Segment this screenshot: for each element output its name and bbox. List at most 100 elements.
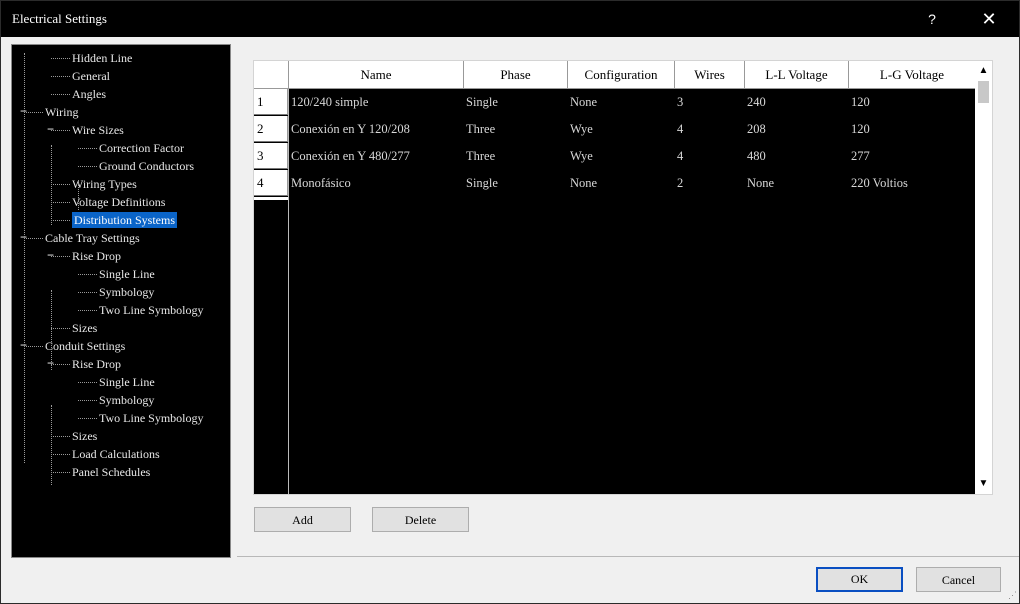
tree-item[interactable]: Sizes [72,320,97,336]
delete-button[interactable]: Delete [372,507,469,532]
tree-connector [51,436,70,437]
table-cell[interactable]: Single [464,89,567,115]
scroll-down-icon[interactable]: ▼ [975,476,992,492]
tree-item[interactable]: Load Calculations [72,446,160,462]
resize-grip-icon[interactable]: ⋰ [1005,589,1017,601]
column-header[interactable]: Wires [675,61,745,89]
tree-connector [78,382,97,383]
table-cell[interactable]: 120 [849,89,975,115]
dialog-title: Electrical Settings [12,11,107,26]
table-cell[interactable]: 120/240 simple [289,89,463,115]
table-cell[interactable]: None [568,170,674,196]
scroll-up-icon[interactable]: ▲ [975,63,992,79]
tree-connector [51,454,70,455]
tree-item[interactable]: Single Line [99,266,155,282]
distribution-systems-grid[interactable]: Name Phase Configuration Wires L-L Voltage L-… [253,60,977,495]
tree-item[interactable]: Two Line Symbology [99,410,204,426]
electrical-settings-dialog: Electrical Settings ? ✕ Hidden Line Gener… [0,0,1020,604]
new-row-header[interactable] [254,197,288,200]
tree-item[interactable]: Panel Schedules [72,464,150,480]
table-cell[interactable]: 480 [745,143,848,169]
tree-item[interactable]: Symbology [99,392,154,408]
column-header[interactable]: Phase [464,61,568,89]
tree-item[interactable]: Wiring Types [72,176,137,192]
add-button[interactable]: Add [254,507,351,532]
tree-item[interactable]: Distribution Systems [72,212,178,228]
tree-item[interactable]: Rise Drop [72,248,121,264]
tree-item[interactable]: Correction Factor [99,140,184,156]
table-cell[interactable]: 3 [675,89,744,115]
tree-connector [51,76,70,77]
table-cell[interactable]: 4 [675,143,744,169]
table-cell[interactable]: Wye [568,116,674,142]
column-header[interactable]: L-L Voltage [745,61,849,89]
tree-guide-line [24,53,25,463]
row-header[interactable]: 1 [254,89,288,115]
tree-item[interactable]: Angles [72,86,106,102]
tree-connector [78,274,97,275]
table-cell[interactable]: 240 [745,89,848,115]
tree-connector [78,166,97,167]
tree-item[interactable]: Rise Drop [72,356,121,372]
tree-guide-line [78,180,79,210]
tree-guide-line [51,405,52,485]
tree-item[interactable]: Symbology [99,284,154,300]
help-icon[interactable]: ? [925,10,939,28]
table-cell[interactable]: Conexión en Y 120/208 [289,116,463,142]
tree-connector [78,292,97,293]
tree-item[interactable]: Ground Conductors [99,158,194,174]
ok-button[interactable]: OK [816,567,903,592]
tree-guide-line [51,290,52,370]
cancel-button[interactable]: Cancel [916,567,1001,592]
settings-tree[interactable]: Hidden Line General Angles Wiring − Wire Size… [11,44,231,558]
table-cell[interactable]: Three [464,116,567,142]
tree-connector [78,148,97,149]
collapse-icon[interactable]: − [45,123,56,136]
tree-item[interactable]: General [72,68,110,84]
tree-item[interactable]: Wire Sizes [72,122,124,138]
tree-item[interactable]: Hidden Line [72,50,132,66]
tree-connector [51,58,70,59]
table-cell[interactable]: Single [464,170,567,196]
table-cell[interactable]: 4 [675,116,744,142]
table-cell[interactable]: None [745,170,848,196]
tree-item[interactable]: Wiring [45,104,79,120]
column-header[interactable]: Configuration [568,61,675,89]
tree-item[interactable]: Conduit Settings [45,338,125,354]
table-cell[interactable]: None [568,89,674,115]
row-header[interactable]: 4 [254,170,288,196]
tree-connector [51,472,70,473]
tree-connector [78,310,97,311]
table-cell[interactable]: 220 Voltios [849,170,975,196]
title-bar: Electrical Settings ? ✕ [1,1,1019,37]
tree-item[interactable]: Two Line Symbology [99,302,204,318]
table-cell[interactable]: 277 [849,143,975,169]
tree-connector [51,328,70,329]
column-header[interactable]: L-G Voltage [849,61,976,89]
tree-item[interactable]: Cable Tray Settings [45,230,140,246]
tree-item[interactable]: Single Line [99,374,155,390]
table-cell[interactable]: Monofásico [289,170,463,196]
close-icon[interactable]: ✕ [979,9,999,29]
grid-corner[interactable] [254,61,289,89]
tree-connector [78,400,97,401]
table-cell[interactable]: 2 [675,170,744,196]
grid-vertical-scrollbar[interactable]: ▲ ▼ [975,60,993,495]
table-cell[interactable]: 120 [849,116,975,142]
row-header[interactable]: 2 [254,116,288,142]
tree-item[interactable]: Voltage Definitions [72,194,165,210]
table-cell[interactable]: Wye [568,143,674,169]
column-header[interactable]: Name [289,61,464,89]
table-cell[interactable]: Three [464,143,567,169]
tree-guide-line [51,145,52,225]
tree-item[interactable]: Sizes [72,428,97,444]
table-cell[interactable]: Conexión en Y 480/277 [289,143,463,169]
scroll-thumb[interactable] [978,81,989,103]
tree-connector [51,220,70,221]
tree-connector [78,418,97,419]
collapse-icon[interactable]: − [45,249,56,262]
row-header[interactable]: 3 [254,143,288,169]
footer-divider [237,556,1019,557]
tree-connector [51,184,70,185]
table-cell[interactable]: 208 [745,116,848,142]
